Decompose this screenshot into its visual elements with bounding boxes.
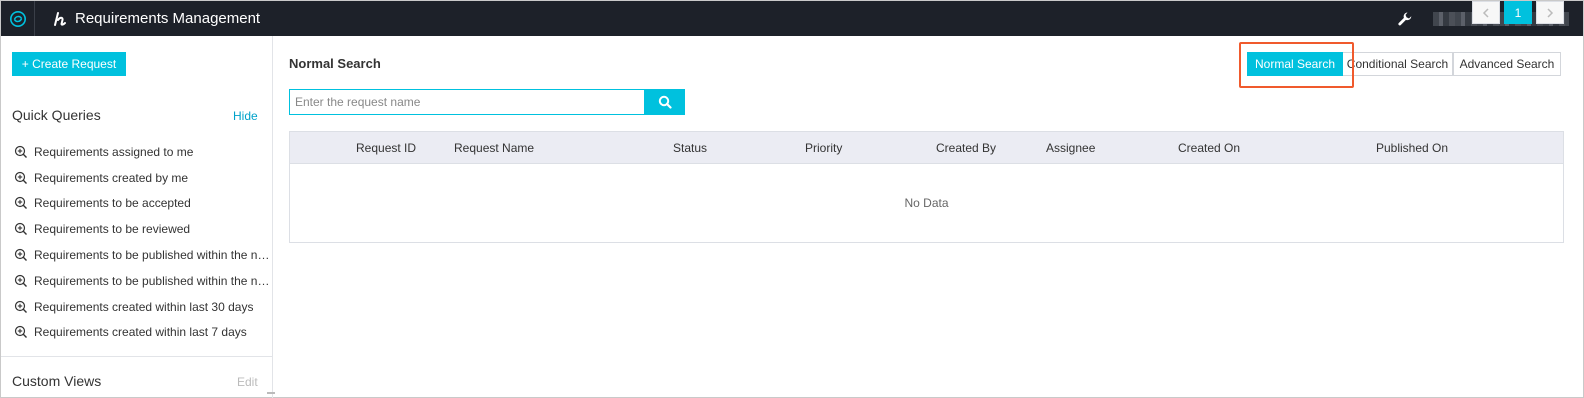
requests-table: Request ID Request Name Status Priority …	[289, 131, 1564, 243]
zoom-in-icon	[14, 248, 27, 262]
quick-query-item[interactable]: Requirements created within last 7 days	[14, 320, 272, 346]
col-created-on[interactable]: Created On	[1178, 132, 1240, 164]
app-icon	[51, 10, 69, 28]
quick-query-label: Requirements to be reviewed	[34, 222, 191, 237]
col-created-by[interactable]: Created By	[936, 132, 996, 164]
hide-link[interactable]: Hide	[233, 109, 258, 123]
top-bar: Requirements Management	[1, 1, 1583, 36]
sidebar-divider	[1, 356, 272, 357]
tab-advanced-search[interactable]: Advanced Search	[1453, 52, 1561, 76]
quick-queries-list: Requirements assigned to me Requirements …	[14, 139, 272, 345]
edit-link[interactable]: Edit	[237, 375, 258, 389]
tab-conditional-search[interactable]: Conditional Search	[1343, 52, 1453, 76]
highlight-annotation	[1239, 42, 1354, 88]
app-title: Requirements Management	[75, 10, 261, 27]
col-priority[interactable]: Priority	[805, 132, 842, 164]
zoom-in-icon	[14, 274, 27, 287]
cloud-logo-icon	[9, 10, 26, 27]
zoom-in-icon	[14, 300, 27, 313]
quick-query-label: Requirements to be accepted	[34, 196, 191, 211]
chevron-left-icon	[1482, 7, 1489, 18]
page-title: Normal Search	[289, 56, 381, 71]
wrench-icon[interactable]	[1395, 9, 1415, 29]
quick-query-item[interactable]: Requirements created within last 30 days	[14, 294, 272, 320]
quick-query-item[interactable]: Requirements to be published within the …	[14, 242, 272, 268]
quick-query-item[interactable]: Requirements to be published within the …	[14, 268, 272, 294]
scroll-handle[interactable]	[267, 392, 275, 394]
zoom-in-icon	[14, 197, 27, 210]
quick-query-item[interactable]: Requirements assigned to me	[14, 139, 272, 165]
next-page-button[interactable]	[1536, 1, 1564, 24]
zoom-in-icon	[14, 145, 27, 158]
quick-query-label: Requirements to be published within the …	[34, 273, 272, 288]
quick-query-label: Requirements assigned to me	[34, 144, 194, 159]
quick-query-label: Requirements to be published within the …	[34, 248, 272, 263]
quick-query-label: Requirements created by me	[34, 170, 189, 185]
zoom-in-icon	[14, 223, 27, 236]
zoom-in-icon	[14, 326, 27, 339]
console-logo[interactable]	[1, 1, 35, 36]
col-status[interactable]: Status	[673, 132, 707, 164]
col-assignee[interactable]: Assignee	[1046, 132, 1095, 164]
col-request-id[interactable]: Request ID	[356, 132, 416, 164]
zoom-in-icon	[14, 171, 27, 184]
custom-views-title: Custom Views	[12, 373, 102, 389]
table-header: Request ID Request Name Status Priority …	[290, 132, 1563, 164]
create-request-button[interactable]: + Create Request	[12, 52, 126, 76]
quick-query-item[interactable]: Requirements to be accepted	[14, 191, 272, 217]
page-number-current[interactable]: 1	[1504, 1, 1532, 24]
quick-query-item[interactable]: Requirements to be reviewed	[14, 216, 272, 242]
col-request-name[interactable]: Request Name	[454, 132, 534, 164]
chevron-right-icon	[1547, 7, 1554, 18]
quick-query-label: Requirements created within last 7 days	[34, 325, 247, 340]
col-published-on[interactable]: Published On	[1376, 132, 1448, 164]
search-icon	[658, 95, 672, 109]
quick-query-label: Requirements created within last 30 days	[34, 299, 254, 314]
search-input[interactable]	[289, 89, 644, 115]
sidebar: + Create Request Quick Queries Hide Requ…	[1, 36, 275, 398]
quick-query-item[interactable]: Requirements created by me	[14, 165, 272, 191]
prev-page-button[interactable]	[1472, 1, 1500, 24]
search-button[interactable]	[644, 89, 685, 115]
quick-queries-title: Quick Queries	[12, 107, 101, 123]
empty-state: No Data	[904, 196, 949, 210]
